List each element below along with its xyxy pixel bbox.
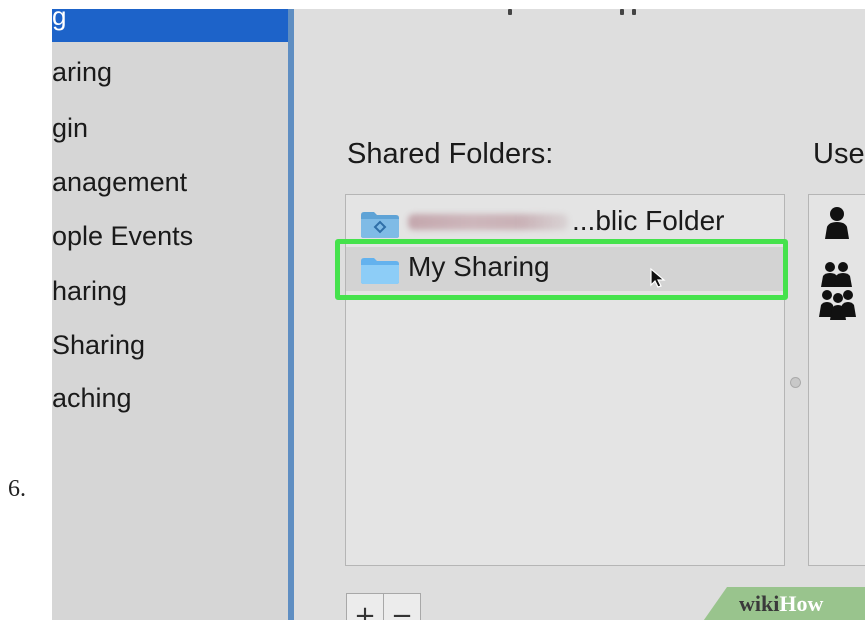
add-folder-button[interactable]: + xyxy=(346,593,384,620)
main-panel: Shared Folders: Use ...blic Folder My Sh… xyxy=(294,9,865,620)
public-folder-icon xyxy=(361,212,399,238)
wikihow-watermark: wikiHow xyxy=(739,591,824,616)
obscured-user-name xyxy=(408,214,568,230)
system-preferences-sharing-window: g aring gin anagement ople Events haring… xyxy=(52,9,865,620)
users-list[interactable] xyxy=(808,194,865,566)
everyone-icon xyxy=(819,290,856,320)
sidebar-item-remote-apple-events[interactable]: ople Events xyxy=(52,221,193,251)
split-view-handle[interactable] xyxy=(790,377,801,388)
step-number: 6. xyxy=(8,476,26,502)
remove-folder-button[interactable]: − xyxy=(383,593,421,620)
group-icon xyxy=(821,262,852,287)
sidebar-item-selected[interactable]: g xyxy=(52,9,288,42)
user-icon xyxy=(825,207,849,239)
sidebar-item-bluetooth-sharing[interactable]: Sharing xyxy=(52,330,145,360)
sidebar-item-remote-login[interactable]: gin xyxy=(52,113,88,143)
cut-off-text-fragment xyxy=(508,9,638,17)
folder-buttons: + − xyxy=(346,593,466,620)
folder-name: ...blic Folder xyxy=(572,205,725,236)
sidebar-item-label: g xyxy=(52,9,67,31)
users-label: Use xyxy=(813,138,865,170)
sidebar: g aring gin anagement ople Events haring… xyxy=(52,9,288,620)
sidebar-item-content-caching[interactable]: aching xyxy=(52,383,132,413)
sidebar-item-printer-sharing[interactable]: aring xyxy=(52,57,112,87)
sidebar-item-internet-sharing[interactable]: haring xyxy=(52,276,127,306)
shared-folders-label: Shared Folders: xyxy=(347,138,554,170)
sidebar-item-remote-management[interactable]: anagement xyxy=(52,167,187,197)
highlight-box xyxy=(335,239,788,300)
